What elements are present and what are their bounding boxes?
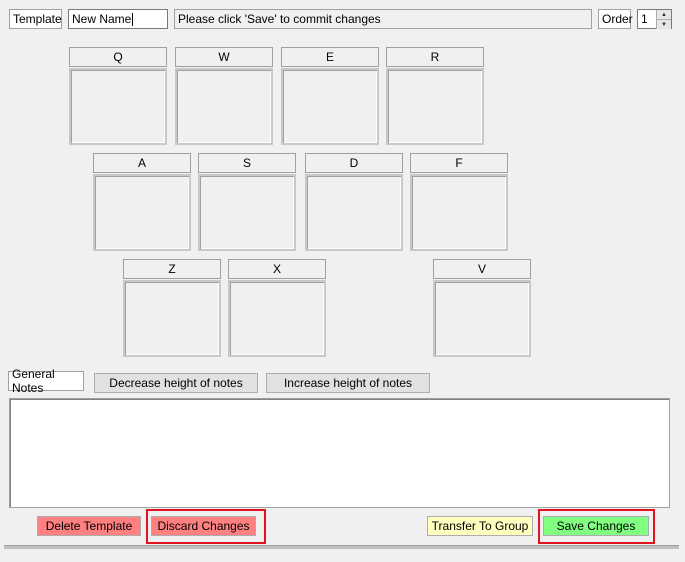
save-changes-button[interactable]: Save Changes <box>543 516 649 536</box>
key-header-s: S <box>198 153 296 173</box>
general-notes-label: General Notes <box>8 367 84 395</box>
key-slot-s[interactable] <box>198 174 296 251</box>
key-header-x: X <box>228 259 326 279</box>
key-header-f: F <box>410 153 508 173</box>
template-name-value: New Name <box>72 12 132 26</box>
key-slot-d[interactable] <box>305 174 403 251</box>
key-slot-x[interactable] <box>228 280 326 357</box>
general-notes-textarea[interactable] <box>9 398 670 508</box>
order-label: Order <box>598 9 633 29</box>
key-header-q: Q <box>69 47 167 67</box>
discard-changes-button[interactable]: Discard Changes <box>151 516 256 536</box>
transfer-to-group-button[interactable]: Transfer To Group <box>427 516 533 536</box>
text-caret <box>132 12 134 26</box>
decrease-notes-height-button[interactable]: Decrease height of notes <box>94 373 258 393</box>
spin-down-button[interactable]: ▼ <box>656 19 671 29</box>
key-slot-q[interactable] <box>69 68 167 145</box>
order-spinner[interactable]: 1 ▲ ▼ <box>637 9 672 29</box>
increase-notes-height-button[interactable]: Increase height of notes <box>266 373 430 393</box>
key-slot-f[interactable] <box>410 174 508 251</box>
chevron-up-icon: ▲ <box>661 11 667 18</box>
key-slot-r[interactable] <box>386 68 484 145</box>
template-name-input[interactable]: New Name <box>68 9 168 29</box>
key-header-d: D <box>305 153 403 173</box>
key-slot-w[interactable] <box>175 68 273 145</box>
key-slot-a[interactable] <box>93 174 191 251</box>
status-message: Please click 'Save' to commit changes <box>174 9 592 29</box>
delete-template-button[interactable]: Delete Template <box>37 516 141 536</box>
key-slot-e[interactable] <box>281 68 379 145</box>
key-header-v: V <box>433 259 531 279</box>
spin-up-button[interactable]: ▲ <box>656 10 671 19</box>
template-label: Template <box>9 9 62 29</box>
key-header-w: W <box>175 47 273 67</box>
bottom-splitter[interactable] <box>4 545 679 549</box>
key-header-e: E <box>281 47 379 67</box>
key-header-a: A <box>93 153 191 173</box>
key-header-z: Z <box>123 259 221 279</box>
chevron-down-icon: ▼ <box>661 21 667 28</box>
key-slot-z[interactable] <box>123 280 221 357</box>
order-value: 1 <box>641 12 648 26</box>
key-slot-v[interactable] <box>433 280 531 357</box>
key-header-r: R <box>386 47 484 67</box>
